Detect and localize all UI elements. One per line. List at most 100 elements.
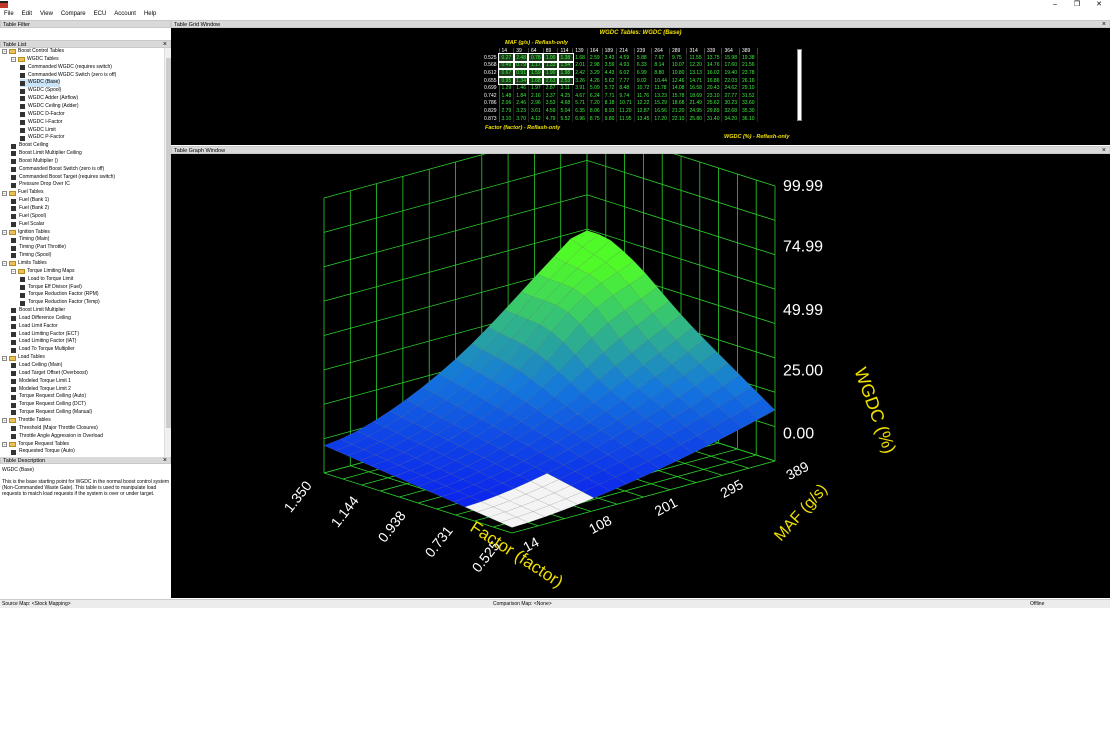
menu-item-edit[interactable]: Edit — [18, 10, 36, 19]
collapse-icon[interactable]: − — [2, 261, 7, 267]
close-icon[interactable]: × — [1102, 21, 1106, 28]
grid-cell[interactable]: 13.45 — [634, 114, 653, 123]
grid-cell[interactable]: 7.77 — [616, 76, 635, 85]
grid-cell[interactable]: 1.48 — [499, 91, 515, 100]
tree-folder[interactable]: − Torque Limiting Maps — [11, 268, 75, 276]
grid-cell[interactable]: 21.49 — [686, 99, 705, 108]
grid-cell[interactable]: 6.02 — [616, 69, 635, 77]
grid-cell[interactable]: 1.98 — [556, 68, 574, 78]
grid-cell[interactable]: 24.95 — [686, 107, 705, 115]
grid-cell[interactable]: 15.29 — [651, 99, 670, 108]
grid-cell[interactable]: 10.71 — [616, 99, 635, 108]
grid-cell[interactable]: 5.88 — [634, 54, 653, 62]
grid-cell[interactable]: 1.97 — [528, 84, 544, 92]
grid-cell[interactable]: 35.30 — [739, 107, 758, 115]
grid-cell[interactable]: 3.70 — [513, 114, 529, 123]
grid-cell[interactable]: 6.33 — [634, 61, 653, 70]
grid-cell[interactable]: 5.71 — [572, 99, 588, 108]
tree-item[interactable]: Commanded Boost Target (requires switch) — [11, 174, 115, 182]
grid-cell[interactable]: 3.26 — [572, 76, 588, 85]
grid-cell[interactable]: 2.96 — [528, 99, 544, 108]
grid-cell[interactable]: 21.56 — [739, 61, 758, 70]
grid-cell[interactable]: 0.78 — [527, 53, 545, 63]
grid-cell[interactable]: 1.34 — [512, 75, 530, 86]
tree-item[interactable]: Load Difference Ceiling — [11, 315, 71, 323]
grid-cell[interactable]: 10.44 — [651, 76, 670, 85]
grid-cell[interactable]: 3.29 — [587, 69, 603, 77]
grid-cell[interactable]: 2.42 — [572, 69, 588, 77]
tree-item[interactable]: Load to Torque Limit — [20, 276, 73, 284]
tree-item[interactable]: Modeled Torque Limit 1 — [11, 378, 71, 386]
grid-cell[interactable]: 4.12 — [528, 114, 544, 123]
grid-cell[interactable]: 19.40 — [721, 69, 740, 77]
grid-cell[interactable]: 5.72 — [602, 84, 618, 92]
collapse-icon[interactable]: − — [2, 229, 7, 235]
grid-cell[interactable]: 6.99 — [634, 69, 653, 77]
tree-folder[interactable]: − Torque Request Tables — [2, 441, 69, 449]
grid-cell[interactable]: 29.89 — [704, 107, 723, 115]
grid-cell[interactable]: 31.40 — [704, 114, 723, 123]
grid-cell[interactable]: 3.59 — [602, 61, 618, 70]
grid-cell[interactable]: 3.53 — [543, 99, 559, 108]
grid-cell[interactable]: 2.59 — [587, 54, 603, 62]
grid-cell[interactable]: 3.11 — [557, 84, 574, 92]
tree-item[interactable]: Fuel (Bank 2) — [11, 205, 49, 213]
grid-cell[interactable]: 22.03 — [721, 76, 740, 85]
grid-cell[interactable]: 30.23 — [721, 99, 740, 108]
collapse-icon[interactable]: − — [11, 57, 16, 63]
grid-cell[interactable]: 8.93 — [602, 107, 618, 115]
grid-cell[interactable]: 4.59 — [543, 107, 559, 115]
grid-cell[interactable]: 3.43 — [602, 54, 618, 62]
grid-cell[interactable]: 8.06 — [587, 107, 603, 115]
close-icon[interactable]: × — [1102, 147, 1106, 154]
tree-item[interactable]: Torque Request Ceiling (Auto) — [11, 393, 86, 401]
grid-cell[interactable]: 1.68 — [572, 54, 588, 62]
grid-cell[interactable]: 5.09 — [587, 84, 603, 92]
grid-cell[interactable]: 10.80 — [669, 69, 688, 77]
menu-item-help[interactable]: Help — [140, 10, 160, 19]
grid-cell[interactable]: 29.10 — [739, 84, 758, 92]
grid-cell[interactable]: 3.91 — [572, 84, 588, 92]
grid-cell[interactable]: 1.84 — [513, 91, 529, 100]
grid-cell[interactable]: 25.80 — [686, 114, 705, 123]
collapse-icon[interactable]: − — [2, 355, 7, 361]
tree-item[interactable]: Torque Reduction Factor (RPM) — [20, 291, 99, 299]
grid-cell[interactable]: 9.02 — [634, 76, 653, 85]
tree-item[interactable]: Fuel (Spool) — [11, 213, 46, 221]
table-graph-window[interactable]: 99.99 74.99 49.99 25.00 0.00 0.525 0.731 0.938 1… — [171, 125, 1110, 598]
grid-cell[interactable]: 33.60 — [739, 99, 758, 108]
grid-cell[interactable]: 0.27 — [498, 53, 515, 63]
grid-cell[interactable]: 2.79 — [499, 107, 515, 115]
tree-item[interactable]: Torque Reduction Factor (Temp) — [20, 299, 100, 307]
grid-cell[interactable]: 1.17 — [527, 60, 545, 71]
tree-folder[interactable]: − Ignition Tables — [2, 229, 50, 237]
grid-cell[interactable]: 12.87 — [634, 107, 653, 115]
grid-cell[interactable]: 25.62 — [704, 99, 723, 108]
grid-cell[interactable]: 4.59 — [616, 54, 635, 62]
collapse-icon[interactable]: − — [2, 49, 7, 55]
grid-cell[interactable]: 1.59 — [527, 68, 545, 78]
grid-cell[interactable]: 12.46 — [669, 76, 688, 85]
grid-cell[interactable]: 8.80 — [651, 69, 670, 77]
tree-folder[interactable]: − WGDC Tables — [11, 56, 59, 64]
tree-folder[interactable]: − Load Tables — [2, 354, 45, 362]
tree-item[interactable]: Fuel Scalar — [11, 221, 44, 229]
tree-item[interactable]: WGDC (Base) — [20, 79, 60, 88]
tree-item[interactable]: Load Limiting Factor (IAT) — [11, 338, 76, 346]
grid-cell[interactable]: 2.46 — [513, 99, 529, 108]
grid-cell[interactable]: 16.86 — [704, 76, 723, 85]
menu-item-view[interactable]: View — [36, 10, 57, 19]
tree-item[interactable]: Commanded WGDC Switch (zero is off) — [20, 72, 116, 80]
grid-cell[interactable]: 4.43 — [602, 69, 618, 77]
grid-cell[interactable]: 6.24 — [587, 91, 603, 100]
grid-cell[interactable]: 0.91 — [512, 68, 530, 78]
tree-item[interactable]: WGDC Adder (Airflow) — [20, 95, 78, 103]
collapse-icon[interactable]: − — [2, 418, 7, 424]
grid-cell[interactable]: 2.48 — [512, 53, 530, 63]
tree-item[interactable]: Requested Torque (Auto) — [11, 448, 75, 456]
grid-cell[interactable]: 7.71 — [602, 91, 618, 100]
tree-item[interactable]: WGDC I-Factor — [20, 119, 62, 127]
grid-cell[interactable]: 6.35 — [572, 107, 588, 115]
tree-item[interactable]: Commanded WGDC (requires switch) — [20, 64, 112, 72]
tree-item[interactable]: Load Target Offset (Overboost) — [11, 370, 88, 378]
